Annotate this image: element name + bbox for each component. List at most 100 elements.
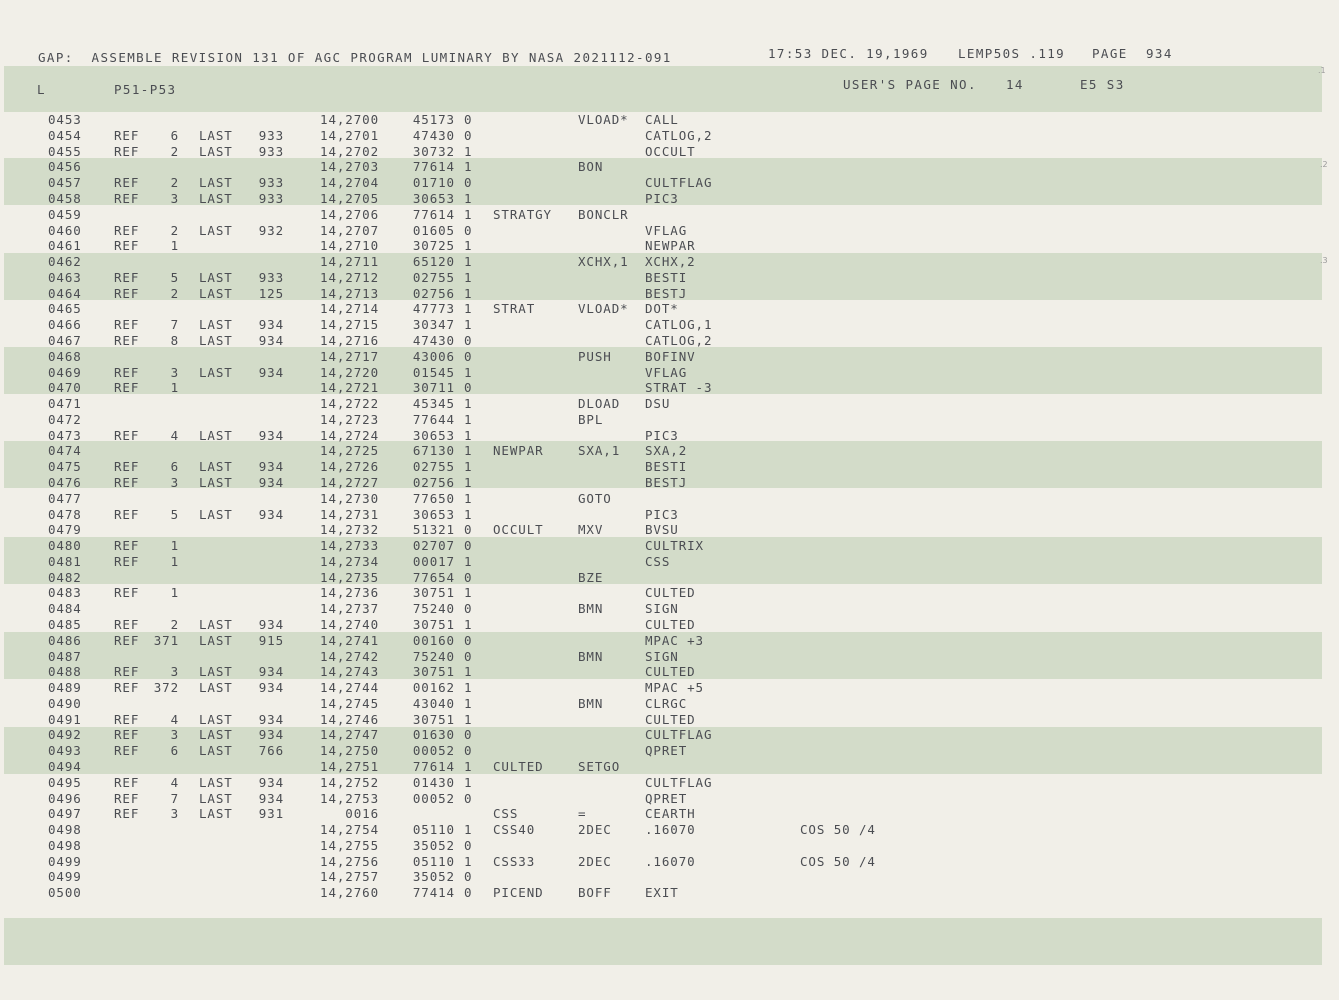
ref-count: 3 [170, 364, 179, 380]
line-number: 0479 [48, 522, 82, 538]
last-page: 934 [258, 364, 284, 380]
octal-word: 77654 [412, 569, 455, 585]
last-marker: LAST [199, 664, 233, 680]
last-page: 933 [258, 269, 284, 285]
line-number: 0486 [48, 632, 82, 648]
opcode: PUSH [578, 348, 612, 364]
parity: 0 [464, 632, 473, 648]
ref-count: 1 [170, 380, 179, 396]
ref-marker: REF [114, 364, 140, 380]
operand: SXA,2 [645, 443, 688, 459]
opcode: BPL [578, 411, 604, 427]
opcode: DLOAD [578, 396, 621, 411]
octal-word: 30751 [412, 664, 455, 680]
line-number: 0481 [48, 553, 82, 569]
ref-count: 1 [170, 553, 179, 569]
ref-count: 5 [170, 269, 179, 285]
octal-word: 30711 [412, 380, 455, 396]
margin-mark: .2 [1320, 160, 1328, 169]
address: 14,2717 [320, 348, 379, 364]
line-number: 0490 [48, 695, 82, 711]
line-number: 0476 [48, 474, 82, 490]
address: 14,2703 [320, 159, 379, 175]
octal-word: 35052 [412, 869, 455, 885]
operand: QPRET [645, 790, 688, 806]
ref-marker: REF [114, 585, 140, 601]
operand: DSU [645, 396, 671, 411]
parity: 1 [464, 664, 473, 680]
line-number: 0454 [48, 127, 82, 143]
ref-marker: REF [114, 774, 140, 790]
statement-label: PICEND [493, 885, 544, 901]
ref-count: 2 [170, 285, 179, 301]
line-number: 0482 [48, 569, 82, 585]
octal-word: 02755 [412, 269, 455, 285]
address: 14,2725 [320, 443, 379, 459]
operand: SIGN [645, 648, 679, 664]
page-number: 934 [1146, 46, 1173, 61]
parity: 1 [464, 269, 473, 285]
parity: 1 [464, 459, 473, 475]
octal-word: 01605 [412, 222, 455, 238]
parity: 0 [464, 885, 473, 901]
octal-word: 35052 [412, 837, 455, 853]
line-number: 0488 [48, 664, 82, 680]
line-number: 0495 [48, 774, 82, 790]
address: 14,2721 [320, 380, 379, 396]
page-label: PAGE [1092, 46, 1128, 61]
ref-count: 8 [170, 332, 179, 348]
last-marker: LAST [199, 727, 233, 743]
users-page-number: 14 [1006, 77, 1024, 92]
users-page-label: USER'S PAGE NO. [843, 77, 977, 92]
octal-word: 02755 [412, 459, 455, 475]
parity: 1 [464, 143, 473, 159]
last-marker: LAST [199, 222, 233, 238]
octal-word: 77614 [412, 206, 455, 222]
line-number: 0461 [48, 238, 82, 254]
octal-word: 47430 [412, 332, 455, 348]
ref-count: 6 [170, 127, 179, 143]
address: 14,2743 [320, 664, 379, 680]
last-page: 934 [258, 459, 284, 475]
operand: VFLAG [645, 222, 688, 238]
parity: 0 [464, 538, 473, 554]
address: 14,2716 [320, 332, 379, 348]
operand: OCCULT [645, 143, 696, 159]
ref-marker: REF [114, 727, 140, 743]
octal-word: 00017 [412, 553, 455, 569]
opcode: BMN [578, 648, 604, 664]
operand: CULTED [645, 664, 696, 680]
opcode: SXA,1 [578, 443, 621, 459]
last-marker: LAST [199, 743, 233, 759]
ref-marker: REF [114, 127, 140, 143]
ref-marker: REF [114, 238, 140, 254]
octal-word: 30653 [412, 190, 455, 206]
opcode: BMN [578, 695, 604, 711]
operand: QPRET [645, 743, 688, 759]
ref-count: 4 [170, 427, 179, 443]
octal-word: 77414 [412, 885, 455, 901]
address: 14,2734 [320, 553, 379, 569]
ref-marker: REF [114, 632, 140, 648]
address: 14,2714 [320, 301, 379, 317]
address: 14,2742 [320, 648, 379, 664]
operand: CLRGC [645, 695, 688, 711]
statement-label: CSS33 [493, 853, 536, 869]
last-marker: LAST [199, 506, 233, 522]
line-number: 0499 [48, 869, 82, 885]
last-page: 934 [258, 664, 284, 680]
ref-marker: REF [114, 664, 140, 680]
operand: DOT* [645, 301, 679, 317]
operand: SIGN [645, 601, 679, 617]
octal-word: 43040 [412, 695, 455, 711]
parity: 0 [464, 380, 473, 396]
last-page: 934 [258, 427, 284, 443]
last-marker: LAST [199, 285, 233, 301]
operand: .16070 [645, 853, 696, 869]
parity: 0 [464, 222, 473, 238]
last-marker: LAST [199, 332, 233, 348]
opcode: = [578, 806, 587, 822]
ref-count: 3 [170, 190, 179, 206]
operand: CULTRIX [645, 538, 704, 554]
line-number: 0471 [48, 396, 82, 411]
